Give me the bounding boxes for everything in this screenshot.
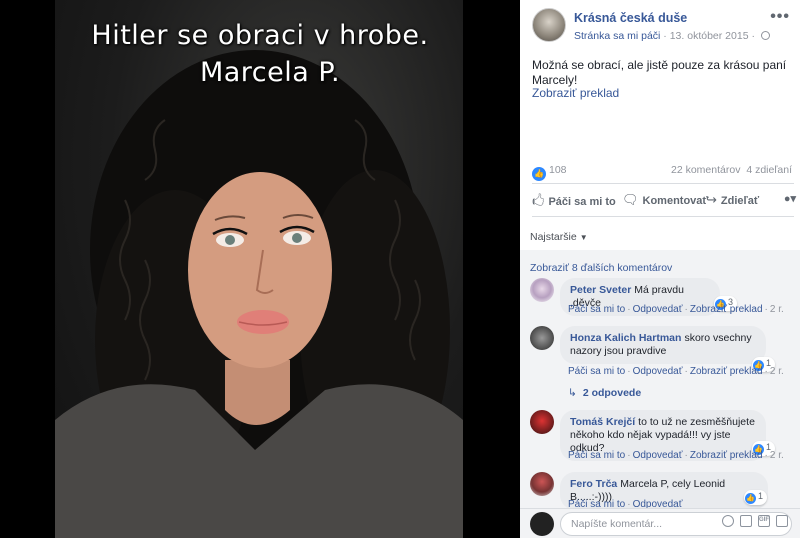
post-text: Možná se obrací, ale jistě pouze za krás… <box>532 58 787 87</box>
comment-button[interactable]: 🗨 Komentovať <box>622 192 708 208</box>
sticker-icon[interactable] <box>776 515 788 527</box>
reaction-count[interactable]: 👍 1 <box>744 490 768 505</box>
post-meta: Stránka sa mi páči · 13. október 2015 · <box>574 30 770 42</box>
profile-selector[interactable]: ●▾ <box>784 192 796 205</box>
more-icon[interactable]: ••• <box>770 8 790 26</box>
avatar[interactable] <box>530 410 554 434</box>
like-icon: 🖒 <box>532 193 545 208</box>
share-icon: ↪ <box>706 192 717 207</box>
likes-count[interactable]: 108 <box>549 164 567 176</box>
comment-time[interactable]: 2 r. <box>770 450 784 461</box>
comment-like-link[interactable]: Páči sa mi to <box>568 450 625 461</box>
comment-time[interactable]: 2 r. <box>770 304 784 315</box>
avatar[interactable] <box>530 472 554 496</box>
like-icon: 👍 <box>745 493 756 504</box>
comment-sort-dropdown[interactable]: Najstaršie ▼ <box>530 231 588 243</box>
photo-caption-line1: Hitler se obraci v hrobe. <box>91 20 429 51</box>
avatar <box>530 512 554 536</box>
commenter-name[interactable]: Honza Kalich Hartman <box>570 332 681 344</box>
comment-translate-link[interactable]: Zobraziť preklad <box>690 450 763 461</box>
comment-like-link[interactable]: Páči sa mi to <box>568 366 625 377</box>
avatar[interactable] <box>530 278 554 302</box>
reply-arrow-icon: ↳ <box>568 387 577 399</box>
comment-reply-link[interactable]: Odpovedať <box>633 450 683 461</box>
comment-bubble: Honza Kalich Hartman skoro vsechny nazory… <box>560 326 766 364</box>
page-like-status[interactable]: Stránka sa mi páči <box>574 30 660 42</box>
globe-icon <box>760 31 770 40</box>
comment-reply-link[interactable]: Odpovedať <box>633 304 683 315</box>
comment-translate-link[interactable]: Zobraziť preklad <box>690 366 763 377</box>
commenter-name[interactable]: Tomáš Krejčí <box>570 416 635 428</box>
comment-translate-link[interactable]: Zobraziť preklad <box>690 304 763 315</box>
more-comments-link[interactable]: Zobraziť 8 ďalších komentárov <box>530 262 672 274</box>
like-button[interactable]: 🖒 Páči sa mi to <box>532 192 616 214</box>
commenter-name[interactable]: Peter Sveter <box>570 284 631 296</box>
photo-caption-line2: Marcela P. <box>199 57 341 88</box>
page-avatar[interactable] <box>532 8 566 42</box>
comment-actions: Páči sa mi to · Odpovedať · Zobraziť preklad… <box>568 304 784 315</box>
comment-actions: Páči sa mi to · Odpovedať · Zobraziť preklad… <box>568 450 784 461</box>
comment-reply-link[interactable]: Odpovedať <box>633 366 683 377</box>
commenter-name[interactable]: Fero Trča <box>570 478 617 490</box>
comment-composer: Napíšte komentár... GIF <box>520 508 800 538</box>
comment-icon: 🗨 <box>622 192 639 207</box>
camera-icon[interactable] <box>740 515 752 527</box>
comment-like-link[interactable]: Páči sa mi to <box>568 304 625 315</box>
comment-actions: Páči sa mi to · Odpovedať · Zobraziť preklad… <box>568 366 784 377</box>
photo-viewer[interactable]: Hitler se obraci v hrobe. Marcela P. <box>0 0 520 538</box>
view-replies-link[interactable]: ↳ 2 odpovede <box>568 387 641 399</box>
comment-time[interactable]: 2 r. <box>770 366 784 377</box>
divider <box>532 216 794 217</box>
post-date[interactable]: 13. október 2015 <box>670 30 749 42</box>
post-panel: Krásná česká duše Stránka sa mi páči · 1… <box>520 0 800 538</box>
gif-icon[interactable]: GIF <box>758 515 770 527</box>
shares-count[interactable]: 4 zdieľaní <box>746 164 792 176</box>
page-name-link[interactable]: Krásná česká duše <box>574 11 687 25</box>
like-icon: 👍 <box>532 167 546 181</box>
post-stats: 👍 108 22 komentárov 4 zdieľaní <box>532 164 792 181</box>
translate-link[interactable]: Zobraziť preklad <box>532 86 619 100</box>
divider <box>532 183 794 184</box>
share-button[interactable]: ↪ Zdieľať <box>706 192 759 208</box>
avatar[interactable] <box>530 326 554 350</box>
comments-count[interactable]: 22 komentárov <box>671 164 740 176</box>
emoji-icon[interactable] <box>722 515 734 527</box>
